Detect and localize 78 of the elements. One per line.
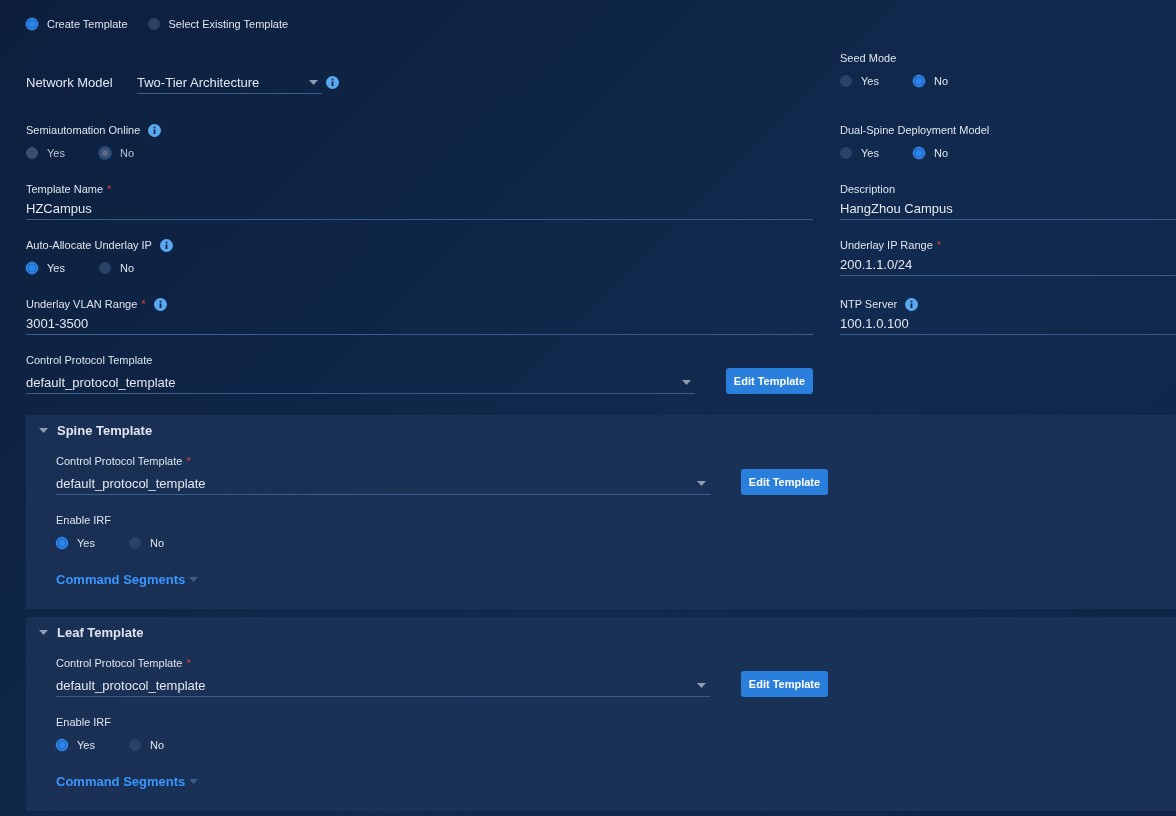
radio-label: Yes xyxy=(77,537,95,549)
radio-label: Create Template xyxy=(47,18,128,30)
radio-label: No xyxy=(934,147,949,159)
field-label: NTP Server xyxy=(840,298,898,310)
dropdown-value: default_protocol_template xyxy=(26,374,176,390)
dropdown[interactable]: Two-Tier Architecture xyxy=(137,71,322,94)
radio-label: Yes xyxy=(47,262,65,274)
radio-label: No xyxy=(150,537,165,549)
field-label: Seed Mode xyxy=(840,52,897,64)
dropdown-value: default_protocol_template xyxy=(56,677,206,693)
caret-icon xyxy=(682,379,691,385)
radio-button[interactable] xyxy=(56,537,68,549)
radio-button[interactable] xyxy=(147,18,160,30)
radio-label: Yes xyxy=(861,75,879,87)
command-segments-link[interactable]: Command Segments xyxy=(56,571,828,587)
caret-icon xyxy=(309,79,318,85)
command-segments-link[interactable]: Command Segments xyxy=(56,773,828,789)
text-field[interactable]: HZCampus xyxy=(26,197,813,220)
caret-icon xyxy=(189,576,199,582)
radio-button[interactable] xyxy=(56,739,68,751)
required-mark: * xyxy=(107,183,112,195)
radio-label: Yes xyxy=(47,147,65,159)
text-field[interactable]: 100.1.0.100 xyxy=(840,312,1176,335)
dropdown[interactable]: default_protocol_template xyxy=(56,674,710,697)
dropdown-value: Two-Tier Architecture xyxy=(137,74,260,90)
field-label: Enable IRF xyxy=(56,514,112,526)
panel-title: Leaf Template xyxy=(57,624,144,640)
radio-label: No xyxy=(120,262,135,274)
radio-button[interactable] xyxy=(840,147,852,159)
radio-label: No xyxy=(934,75,949,87)
caret-icon xyxy=(189,778,199,784)
info-icon[interactable] xyxy=(159,238,173,252)
panel-title: Spine Template xyxy=(57,422,153,438)
radio-button[interactable] xyxy=(99,262,111,274)
required-mark: * xyxy=(141,298,146,310)
field-label: Control Protocol Template xyxy=(56,657,183,669)
info-icon[interactable] xyxy=(153,297,167,311)
field-label: Template Name xyxy=(26,183,104,195)
radio-button[interactable] xyxy=(26,262,38,274)
radio-label: Yes xyxy=(77,739,95,751)
edit-template-button[interactable]: Edit Template xyxy=(726,368,813,394)
field-label: Underlay VLAN Range xyxy=(26,298,138,310)
field-label: Network Model xyxy=(26,75,114,90)
info-icon[interactable] xyxy=(326,76,339,89)
link-text: Command Segments xyxy=(56,571,186,587)
dropdown[interactable]: default_protocol_template xyxy=(26,371,695,394)
field-label: Description xyxy=(840,183,896,195)
required-mark: * xyxy=(186,455,191,467)
radio-button[interactable] xyxy=(913,147,925,159)
field-label: Control Protocol Template xyxy=(26,354,153,366)
field-label: Enable IRF xyxy=(56,716,112,728)
text-field[interactable]: 3001-3500 xyxy=(26,312,813,335)
caret-icon xyxy=(697,480,706,486)
info-icon[interactable] xyxy=(905,297,919,311)
expand-caret-icon[interactable] xyxy=(39,427,48,433)
radio-button[interactable] xyxy=(26,18,38,30)
expand-caret-icon[interactable] xyxy=(39,629,48,635)
edit-template-button[interactable]: Edit Template xyxy=(741,469,828,495)
radio-label: Select Existing Template xyxy=(168,18,289,30)
field-label: Auto-Allocate Underlay IP xyxy=(26,239,152,251)
radio-label: No xyxy=(150,739,165,751)
edit-template-button[interactable]: Edit Template xyxy=(741,671,828,697)
radio-label: No xyxy=(120,147,135,159)
radio-button[interactable] xyxy=(840,75,852,87)
text-field[interactable]: HangZhou Campus xyxy=(840,197,1176,220)
field-label: Semiautomation Online xyxy=(26,124,141,136)
text-field[interactable]: 200.1.1.0/24 xyxy=(840,253,1176,276)
link-text: Command Segments xyxy=(56,773,186,789)
dropdown-value: default_protocol_template xyxy=(56,475,206,491)
required-mark: * xyxy=(936,239,942,251)
dropdown[interactable]: default_protocol_template xyxy=(56,472,710,495)
required-mark: * xyxy=(186,657,191,669)
radio-button[interactable] xyxy=(913,75,925,87)
field-label: Control Protocol Template xyxy=(56,455,183,467)
field-label: Dual-Spine Deployment Model xyxy=(840,124,990,136)
radio-label: Yes xyxy=(861,147,879,159)
caret-icon xyxy=(697,682,706,688)
field-label: Underlay IP Range xyxy=(840,239,933,251)
